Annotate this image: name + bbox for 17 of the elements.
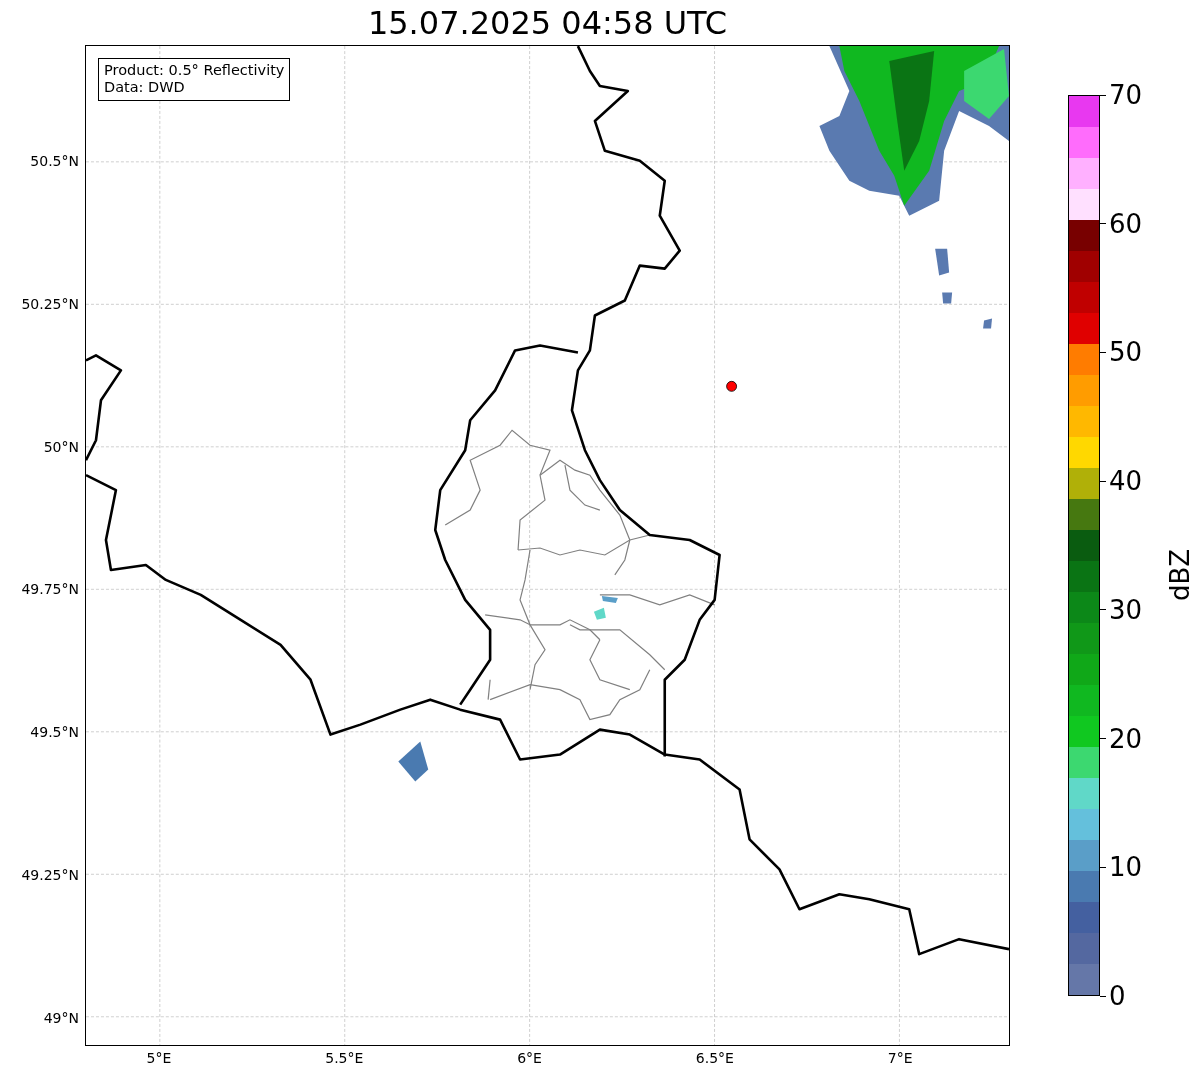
axis-tick-label: 7°E (887, 1050, 913, 1066)
axis-tick-label: 5°E (146, 1050, 172, 1066)
axis-tick-label: 49.25°N (21, 867, 79, 883)
axis-tick-label: 49.75°N (21, 581, 79, 598)
location-marker (726, 380, 737, 392)
info-text: Product: 0.5° Reflectivity (104, 62, 285, 79)
axis-tick-label: 49.5°N (30, 724, 79, 741)
axis-tick-label: 6°E (517, 1050, 542, 1066)
axis-tick-label: 5.5°E (325, 1050, 364, 1066)
axis-tick-label: 50°N (43, 438, 79, 455)
figure-title: 15.07.2025 04:58 UTC (367, 3, 728, 43)
colorbar-label: dBZ (1165, 548, 1195, 602)
axis-tick-label: 50.5°N (30, 153, 79, 169)
axis-tick-label: 50.25°N (21, 295, 79, 312)
axis-tick-label: 49°N (43, 1009, 79, 1026)
axis-tick-label: 6.5°E (695, 1050, 734, 1066)
info-text: Data: DWD (104, 79, 186, 96)
